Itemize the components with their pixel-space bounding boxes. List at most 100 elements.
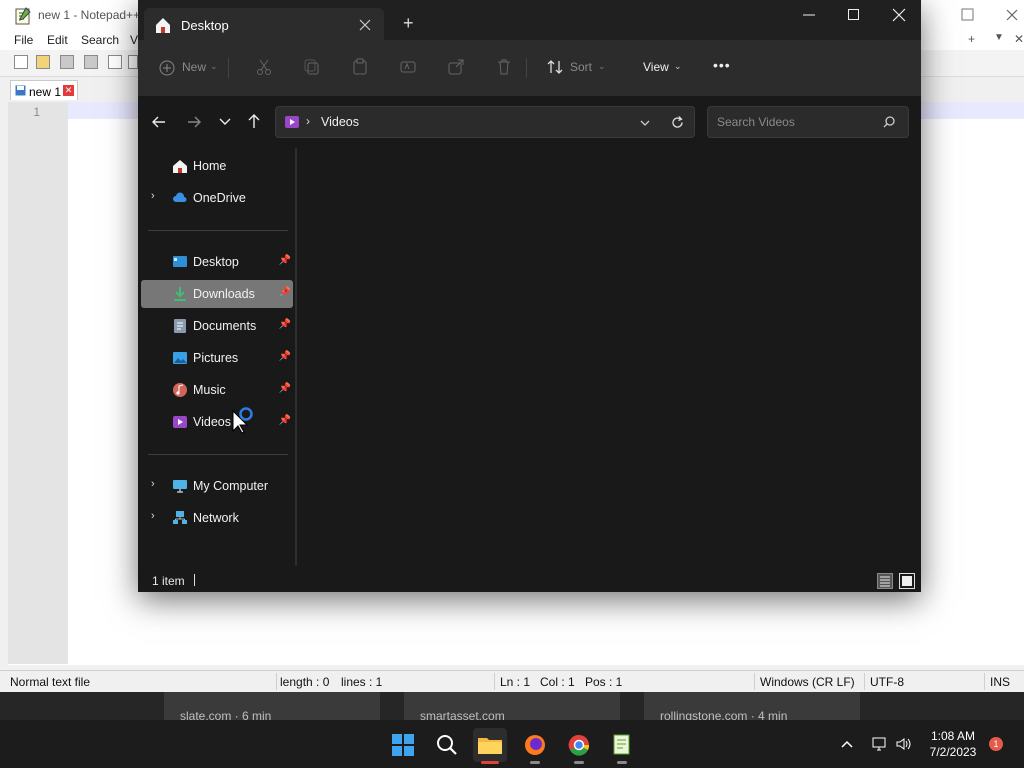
explorer-command-bar: New ⌄ Sort ⌄ View ⌄ ••• <box>138 40 921 96</box>
pin-icon: 📌 <box>278 287 291 298</box>
status-col: Col : 1 <box>540 675 575 689</box>
search-icon <box>437 735 457 755</box>
nav-item-my-computer[interactable]: › My Computer <box>141 472 293 500</box>
add-icon[interactable]: + <box>968 32 975 46</box>
new-button[interactable]: New <box>182 60 206 74</box>
new-tab-button[interactable]: + <box>403 13 414 34</box>
up-arrow-icon[interactable] <box>246 113 262 129</box>
tiles-view-icon[interactable] <box>899 573 915 589</box>
delete-icon[interactable] <box>495 58 513 76</box>
search-box[interactable]: Search Videos <box>707 106 909 138</box>
thumbnail-rollingstone[interactable]: rollingstone.com · 4 min <box>644 692 860 723</box>
rename-icon[interactable] <box>399 58 417 76</box>
new-file-icon[interactable] <box>14 55 28 69</box>
minimize-icon[interactable] <box>802 8 816 22</box>
dropdown-icon[interactable]: ▼ <box>994 32 1004 43</box>
pane-splitter[interactable] <box>295 148 297 566</box>
nav-item-downloads[interactable]: Downloads 📌 <box>141 280 293 308</box>
network-icon <box>173 511 187 524</box>
tab-close-icon[interactable]: ✕ <box>63 85 74 96</box>
nav-item-home[interactable]: Home <box>141 152 293 180</box>
nav-item-onedrive[interactable]: › OneDrive <box>141 184 293 212</box>
more-options-button[interactable]: ••• <box>713 57 731 73</box>
close-all-icon[interactable] <box>128 55 138 69</box>
sort-button[interactable]: Sort <box>570 60 592 74</box>
close-doc-icon[interactable]: ✕ <box>1014 32 1024 46</box>
home-icon <box>173 160 187 173</box>
nav-label: Music <box>193 383 226 397</box>
navigation-pane: Home › OneDrive Desktop 📌 Downloads 📌 Do… <box>138 148 296 568</box>
notification-badge[interactable]: 1 <box>989 737 1003 751</box>
nav-item-videos[interactable]: Videos 📌 <box>141 408 293 436</box>
document-icon <box>174 319 186 333</box>
save-icon[interactable] <box>60 55 74 69</box>
tab-label: new 1 <box>29 85 62 99</box>
taskbar-file-explorer[interactable] <box>473 728 507 764</box>
volume-icon[interactable] <box>895 735 913 753</box>
start-button[interactable] <box>386 728 420 762</box>
cut-icon[interactable] <box>255 58 273 76</box>
expand-chevron-icon[interactable]: › <box>151 510 155 522</box>
forward-arrow-icon[interactable] <box>186 114 202 130</box>
pin-icon: 📌 <box>278 255 291 266</box>
nav-item-desktop[interactable]: Desktop 📌 <box>141 248 293 276</box>
status-mode: INS <box>990 675 1011 689</box>
explorer-status-bar: 1 item <box>138 568 921 592</box>
nav-item-network[interactable]: › Network <box>141 504 293 532</box>
save-all-icon[interactable] <box>84 55 98 69</box>
maximize-icon[interactable] <box>847 8 861 22</box>
recent-chevron-icon[interactable] <box>218 114 232 128</box>
pin-icon: 📌 <box>278 351 291 362</box>
tab-close-icon[interactable] <box>359 19 371 31</box>
taskbar-notepad-plus-plus[interactable] <box>605 728 639 764</box>
paste-icon[interactable] <box>351 58 369 76</box>
computer-icon <box>173 480 187 493</box>
menu-file[interactable]: File <box>14 33 33 47</box>
view-button[interactable]: View <box>643 60 669 74</box>
search-button[interactable] <box>430 728 464 762</box>
taskbar-chrome[interactable] <box>562 728 596 764</box>
new-plus-icon <box>159 60 175 76</box>
status-length: length : 0 <box>280 675 330 689</box>
breadcrumb-videos[interactable]: Videos <box>321 115 359 129</box>
nav-item-documents[interactable]: Documents 📌 <box>141 312 293 340</box>
share-icon[interactable] <box>447 58 465 76</box>
menu-search[interactable]: Search <box>81 33 119 47</box>
details-view-icon[interactable] <box>877 573 893 589</box>
menu-view[interactable]: V <box>130 33 138 47</box>
maximize-icon[interactable] <box>961 8 975 22</box>
search-icon[interactable] <box>882 115 896 129</box>
system-clock[interactable]: 1:08 AM 7/2/2023 <box>918 728 988 760</box>
open-file-icon[interactable] <box>36 55 50 69</box>
thumbnail-smartasset[interactable]: smartasset.com <box>404 692 620 723</box>
firefox-icon <box>525 735 545 755</box>
explorer-tab-desktop[interactable]: Desktop <box>144 8 384 42</box>
clock-time: 1:08 AM <box>930 729 976 743</box>
chrome-icon <box>568 734 590 756</box>
chevron-up-icon[interactable] <box>840 737 854 751</box>
copy-icon[interactable] <box>303 58 321 76</box>
menu-edit[interactable]: Edit <box>47 33 68 47</box>
refresh-icon[interactable] <box>670 115 685 130</box>
expand-chevron-icon[interactable]: › <box>151 190 155 202</box>
expand-chevron-icon[interactable]: › <box>151 478 155 490</box>
back-arrow-icon[interactable] <box>151 114 167 130</box>
thumbnail-slate[interactable]: slate.com · 6 min <box>164 692 380 723</box>
close-window-icon[interactable] <box>892 8 906 22</box>
network-icon[interactable] <box>871 735 889 753</box>
taskbar-firefox[interactable] <box>518 728 552 764</box>
nav-item-music[interactable]: Music 📌 <box>141 376 293 404</box>
explorer-address-row: › Videos Search Videos <box>138 96 921 148</box>
nav-label: Videos <box>193 415 231 429</box>
address-dropdown-icon[interactable] <box>639 117 651 129</box>
nav-label: My Computer <box>193 479 269 493</box>
notepad-status-bar: Normal text file length : 0 lines : 1 Ln… <box>0 670 1024 693</box>
close-icon[interactable] <box>1005 8 1019 22</box>
tab-new-1[interactable]: new 1 ✕ <box>10 80 78 100</box>
close-file-icon[interactable] <box>108 55 122 69</box>
nav-item-pictures[interactable]: Pictures 📌 <box>141 344 293 372</box>
address-bar[interactable]: › Videos <box>275 106 695 138</box>
file-list-area[interactable] <box>298 148 921 568</box>
notepad-plus-plus-icon <box>613 734 630 755</box>
taskbar <box>0 720 1024 768</box>
